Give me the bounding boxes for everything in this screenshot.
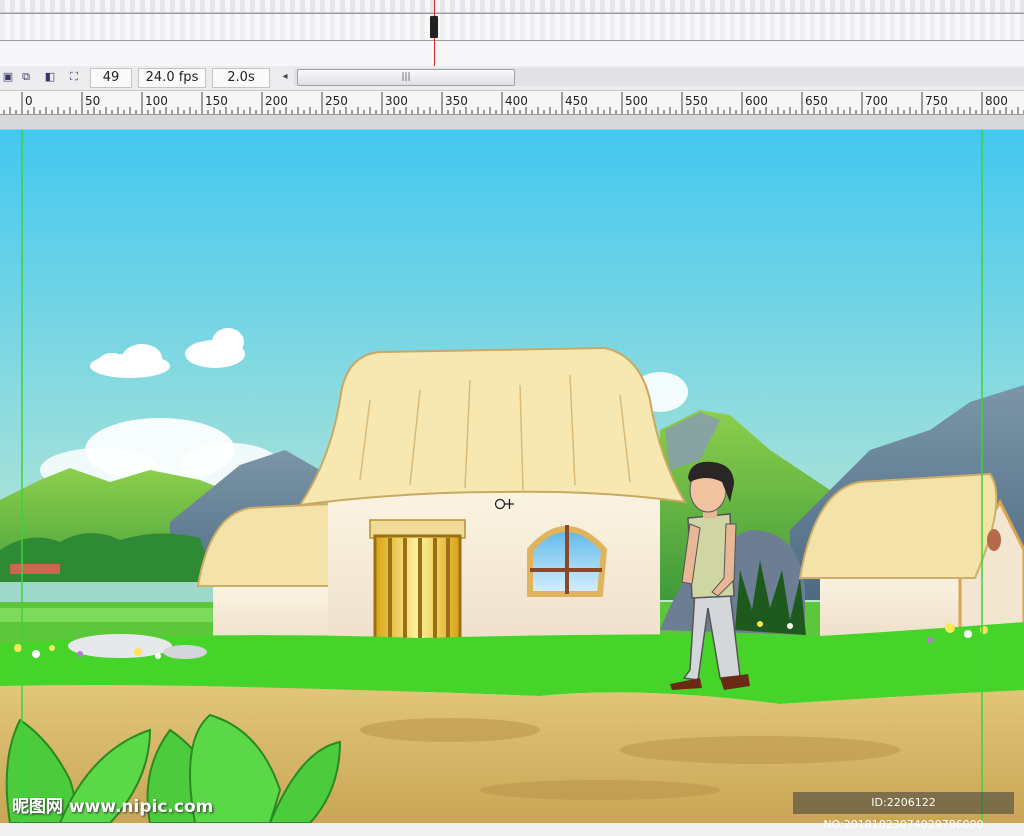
ruler-label: 400	[505, 94, 528, 108]
frame-rate-field[interactable]: 24.0 fps	[138, 68, 206, 88]
edit-multiple-frames-icon[interactable]: ⛶	[66, 69, 82, 85]
main-thatched-house	[297, 346, 687, 642]
current-frame-field[interactable]: 49	[90, 68, 132, 88]
small-house-right	[798, 472, 1024, 638]
pasteboard-strip	[0, 115, 1024, 131]
ruler-label: 550	[685, 94, 708, 108]
ruler-label: 750	[925, 94, 948, 108]
watermark-id: ID:2206122 NO:20181023074029786000	[793, 792, 1014, 831]
scroll-left-arrow-icon[interactable]: ◂	[279, 69, 291, 85]
ruler-label: 250	[325, 94, 348, 108]
timeline-layer-row[interactable]	[0, 13, 1024, 41]
timeline-status-bar: ▣ ⧉ ◧ ⛶ 49 24.0 fps 2.0s ◂ |||	[0, 66, 1024, 91]
horizontal-ruler: 0 50 100 150 200 250 300 350 400 450 500 550 600 650 7…	[0, 91, 1024, 115]
cartoon-scene	[0, 130, 1024, 823]
ruler-label: 350	[445, 94, 468, 108]
ruler-label: 650	[805, 94, 828, 108]
ruler-label: 50	[85, 94, 101, 108]
ruler-label: 150	[205, 94, 228, 108]
ruler-label: 450	[565, 94, 588, 108]
ruler-label: 500	[625, 94, 648, 108]
ruler-label: 100	[145, 94, 168, 108]
center-frame-icon[interactable]: ▣	[0, 69, 16, 85]
ruler-label: 800	[985, 94, 1008, 108]
ruler-label: 0	[25, 94, 33, 108]
elapsed-time-field: 2.0s	[212, 68, 270, 88]
onion-skin-icon[interactable]: ⧉	[18, 69, 34, 85]
distant-hut	[10, 564, 60, 574]
onion-skin-outlines-icon[interactable]: ◧	[42, 69, 58, 85]
timeline-scrollbar-thumb[interactable]: |||	[297, 69, 515, 86]
ruler-label: 600	[745, 94, 768, 108]
playhead-keyframe[interactable]	[430, 16, 438, 38]
distant-trees	[0, 532, 215, 585]
ruler-label: 700	[865, 94, 888, 108]
timeline-panel[interactable]	[0, 0, 1024, 67]
timeline-frame-header[interactable]	[0, 0, 1024, 13]
stone-2	[163, 645, 207, 659]
stage-canvas[interactable]	[0, 130, 1024, 823]
ruler-label: 300	[385, 94, 408, 108]
ruler-label: 200	[265, 94, 288, 108]
timeline-empty-row[interactable]	[0, 41, 1024, 67]
watermark-site: 昵图网 www.nipic.com	[12, 797, 214, 817]
